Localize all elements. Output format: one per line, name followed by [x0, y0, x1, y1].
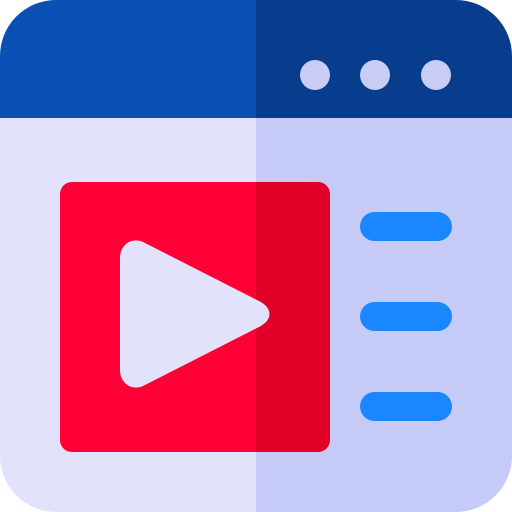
- content-line-2: [360, 302, 452, 331]
- window-dot-2[interactable]: [360, 60, 390, 90]
- content-line-1: [360, 212, 452, 241]
- window-dot-1[interactable]: [300, 60, 330, 90]
- title-bar-left: [0, 0, 256, 118]
- content-line-3: [360, 392, 452, 421]
- window-dot-3[interactable]: [421, 60, 451, 90]
- icon-canvas: [0, 0, 512, 512]
- window-control-dots: [300, 60, 451, 90]
- video-browser-icon: [0, 0, 512, 512]
- title-bar-right: [256, 0, 512, 118]
